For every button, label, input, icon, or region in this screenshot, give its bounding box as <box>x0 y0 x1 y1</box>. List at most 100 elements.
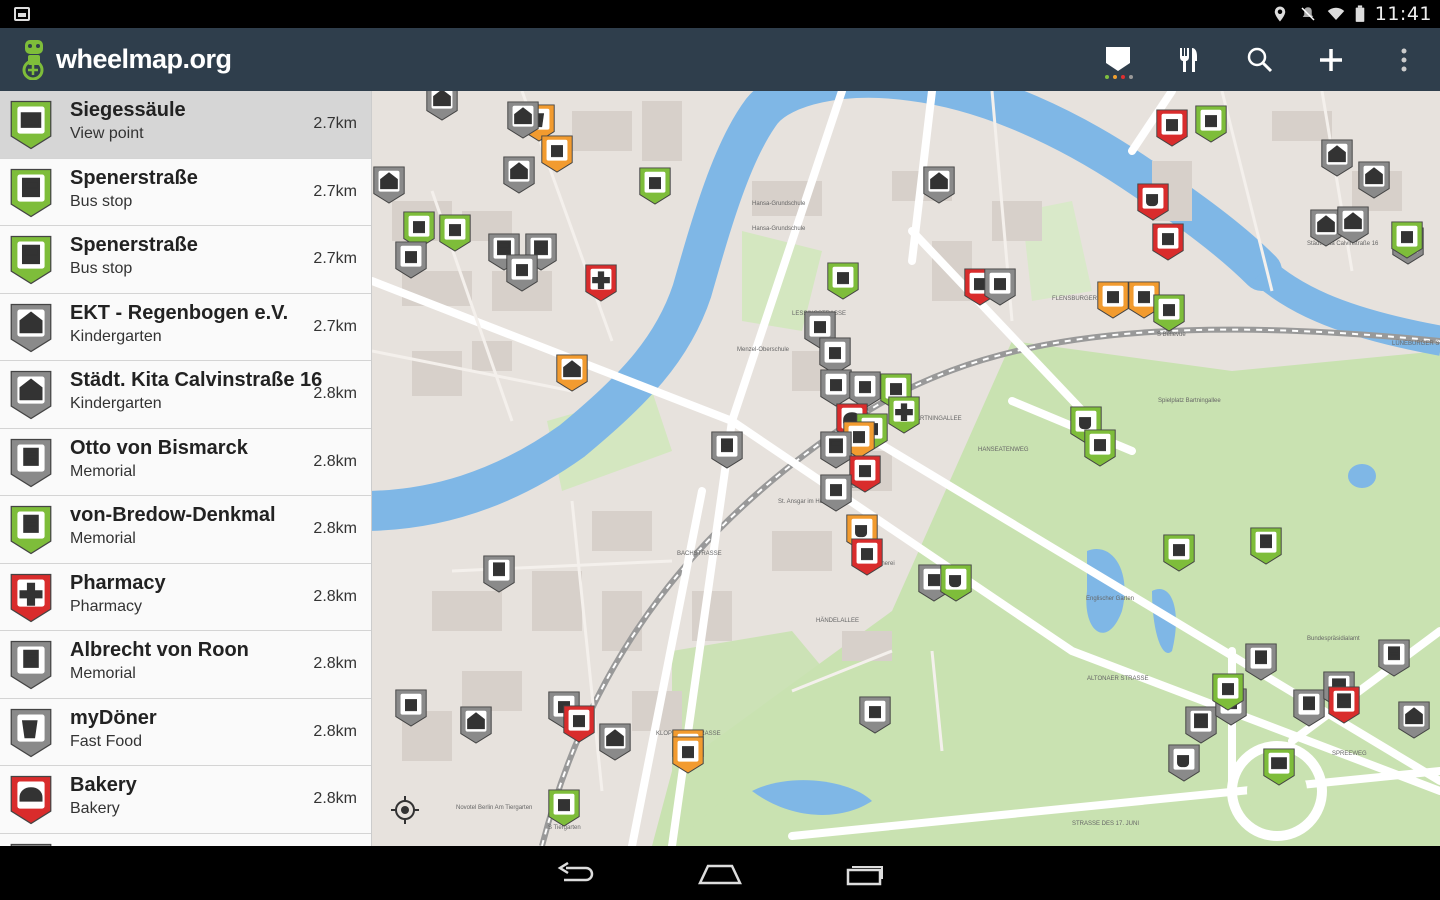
back-button[interactable] <box>536 854 616 894</box>
recents-button[interactable] <box>825 854 905 894</box>
place-category: Fast Food <box>70 732 143 750</box>
back-icon <box>557 862 594 882</box>
map-marker[interactable] <box>1167 744 1201 782</box>
place-distance: 2.8km <box>313 520 357 537</box>
filter-status-dot <box>1121 75 1125 79</box>
map-marker[interactable] <box>638 167 672 205</box>
map-marker[interactable] <box>1211 673 1245 711</box>
map-marker[interactable] <box>584 264 618 302</box>
map-marker[interactable] <box>425 91 459 121</box>
map-marker[interactable] <box>394 241 428 279</box>
map-marker[interactable] <box>710 431 744 469</box>
kindergarten-icon <box>460 706 492 744</box>
map-view[interactable]: Hansa-Grundschule Hansa-Grundschule Menzel… <box>372 91 1440 846</box>
map-marker[interactable] <box>394 689 428 727</box>
map-marker[interactable] <box>1194 105 1228 143</box>
kindergarten-icon <box>10 303 52 352</box>
map-marker[interactable] <box>858 696 892 734</box>
place-list-item[interactable]: Spenerstraße Bus stop 2.7km <box>0 158 371 226</box>
place-category: Kindergarten <box>70 395 162 412</box>
memorial-icon <box>483 555 515 593</box>
search-button[interactable] <box>1232 28 1288 91</box>
map-marker[interactable] <box>502 156 536 194</box>
map-marker[interactable] <box>1184 706 1218 744</box>
map-label: Bundespräsidialamt <box>1307 636 1360 642</box>
map-marker[interactable] <box>1155 109 1189 147</box>
map-marker[interactable] <box>1320 139 1354 177</box>
place-status-pin <box>10 438 52 488</box>
map-marker[interactable] <box>1244 643 1278 681</box>
map-marker[interactable] <box>459 706 493 744</box>
place-list-item[interactable]: Pharmacy Pharmacy 2.8km <box>0 563 371 631</box>
map-marker[interactable] <box>1336 206 1370 244</box>
map-marker[interactable] <box>1292 689 1326 727</box>
map-marker[interactable] <box>438 214 472 252</box>
category-icon <box>1180 47 1197 72</box>
map-marker[interactable] <box>1357 161 1391 199</box>
home-button[interactable] <box>680 854 760 894</box>
map-marker[interactable] <box>505 254 539 292</box>
map-label: SPREEWEG <box>1332 751 1367 757</box>
place-list-item[interactable]: von-Bredow-Denkmal Memorial 2.8km <box>0 496 371 564</box>
map-marker[interactable] <box>826 262 860 300</box>
map-label: HÄNDELALLEE <box>816 618 860 624</box>
map-marker[interactable] <box>1151 223 1185 261</box>
overflow-menu-button[interactable] <box>1376 28 1432 91</box>
category-button[interactable] <box>1160 28 1216 91</box>
map-marker[interactable] <box>540 135 574 173</box>
map-marker[interactable] <box>887 396 921 434</box>
kindergarten-icon <box>599 723 631 761</box>
map-marker[interactable] <box>547 789 581 827</box>
place-distance: 2.7km <box>313 182 357 200</box>
map-marker[interactable] <box>1152 294 1186 332</box>
pharmacy-icon <box>585 264 617 302</box>
map-marker[interactable] <box>598 723 632 761</box>
place-list-item[interactable]: Albrecht von Roon Memorial 2.8km <box>0 631 371 699</box>
place-list-item[interactable]: myDöner Fast Food 2.8km <box>0 698 371 766</box>
map-marker[interactable] <box>1083 429 1117 467</box>
bottle-icon <box>827 262 859 300</box>
place-category: Bus stop <box>70 260 133 277</box>
filter-button[interactable] <box>1090 28 1146 91</box>
map-marker[interactable] <box>555 354 589 392</box>
add-button[interactable] <box>1303 28 1359 91</box>
map-marker[interactable] <box>922 166 956 204</box>
map-marker[interactable] <box>983 268 1017 306</box>
map-marker[interactable] <box>1096 281 1130 319</box>
place-list-item[interactable]: EKT - Regenbogen e.V. Kindergarten 2.7km <box>0 293 371 361</box>
map-marker[interactable] <box>819 474 853 512</box>
place-list[interactable]: Siegessäule View point 2.7km Spenerstraße Bu… <box>0 91 372 846</box>
map-marker[interactable] <box>482 555 516 593</box>
map-marker[interactable] <box>850 538 884 576</box>
map-marker[interactable] <box>848 455 882 493</box>
map-marker[interactable] <box>1162 534 1196 572</box>
map-marker[interactable] <box>1249 527 1283 565</box>
shop-icon <box>439 214 471 252</box>
place-list-item[interactable]: Bakery Bakery 2.8km <box>0 766 371 834</box>
map-marker[interactable] <box>939 564 973 602</box>
map-marker[interactable] <box>1397 701 1431 739</box>
place-name: Otto von Bismarck <box>70 436 248 459</box>
place-list-item[interactable]: Siegessäule View point 2.7km <box>0 91 371 159</box>
map-marker[interactable] <box>1136 183 1170 221</box>
map-marker[interactable] <box>506 101 540 139</box>
map-marker[interactable] <box>671 736 705 774</box>
map-marker[interactable] <box>1327 686 1361 724</box>
wheelchair-logo-icon[interactable] <box>18 38 50 80</box>
map-marker[interactable] <box>1262 748 1296 786</box>
place-list-item[interactable] <box>0 833 371 846</box>
map-marker[interactable] <box>562 705 596 743</box>
eye-icon <box>506 254 538 292</box>
bus-icon <box>1328 686 1360 724</box>
place-list-item[interactable]: Spenerstraße Bus stop 2.7km <box>0 226 371 294</box>
map-marker[interactable] <box>1390 221 1424 259</box>
place-list-item[interactable]: Städt. Kita Calvinstraße 16 Kindergarten 2… <box>0 361 371 429</box>
fastfood-icon <box>10 708 52 757</box>
my-location-icon[interactable] <box>390 795 420 825</box>
restaurant-icon <box>1097 281 1129 319</box>
map-marker[interactable] <box>372 166 406 204</box>
map-marker[interactable] <box>1377 639 1411 677</box>
home-icon <box>698 864 742 885</box>
place-category: Bakery <box>70 800 120 817</box>
place-list-item[interactable]: Otto von Bismarck Memorial 2.8km <box>0 428 371 496</box>
